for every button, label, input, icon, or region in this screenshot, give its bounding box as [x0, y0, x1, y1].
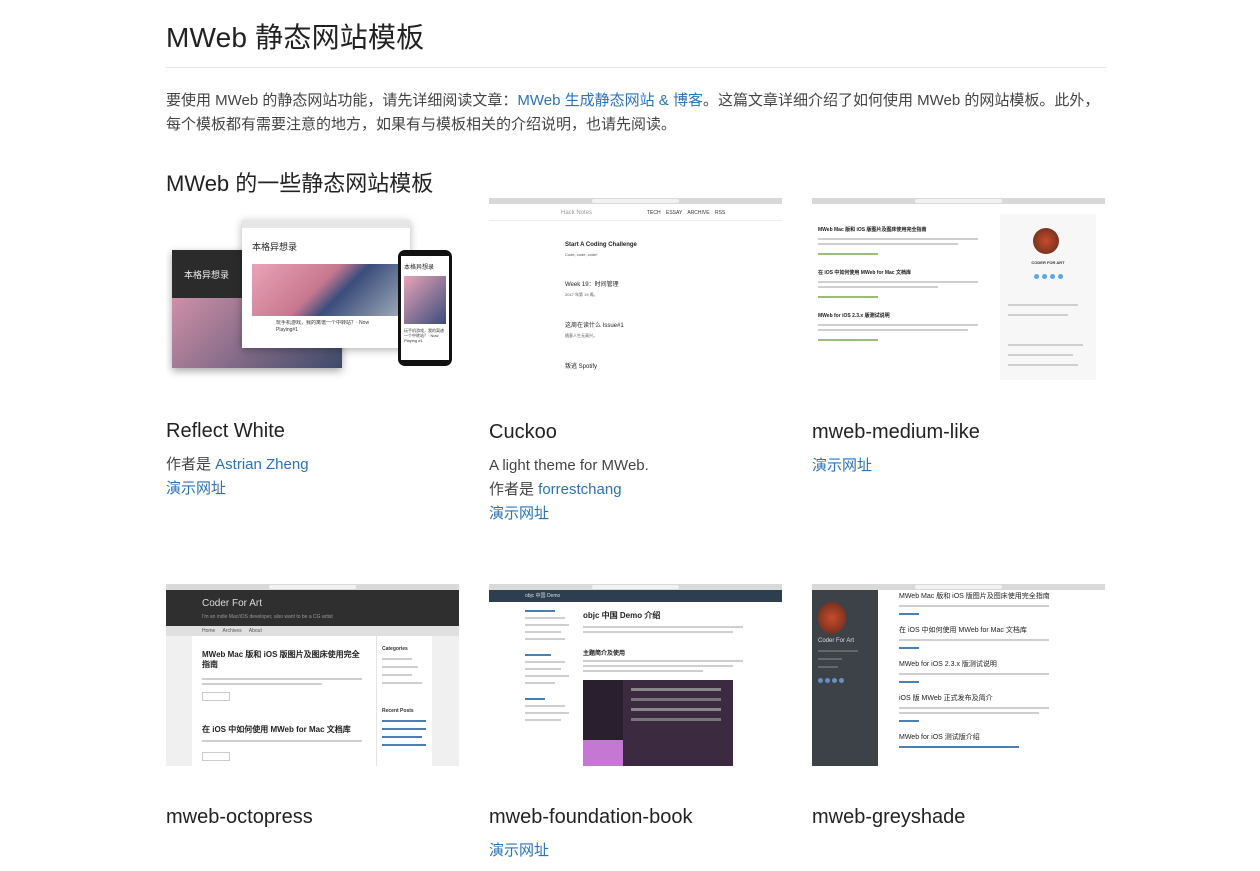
thumb-light-title: 本格异想录: [252, 242, 298, 252]
thumb-nav: Home Archives About: [166, 626, 459, 636]
thumb-nav: TECH ESSAY ARCHIVE RSS: [647, 210, 726, 216]
page-title: MWeb 静态网站模板: [166, 22, 425, 53]
template-author-line: 作者是 Astrian Zheng: [166, 456, 309, 473]
template-name: mweb-medium-like: [812, 421, 980, 443]
template-thumbnail[interactable]: MWeb Mac 版和 iOS 版图片及图床使用完全指南 在 iOS 中如何使用…: [812, 198, 1105, 380]
title-divider: [166, 67, 1106, 68]
template-demo-link[interactable]: 演示网址: [489, 842, 549, 859]
thumb-sidebar: CODER FOR ART: [1000, 214, 1096, 380]
thumb-main: MWeb Mac 版和 iOS 版图片及图床使用完全指南 在 iOS 中如何使用…: [192, 636, 432, 766]
thumb-phone-title: 本格异想录: [404, 265, 435, 271]
template-thumbnail[interactable]: Hack Notes TECH ESSAY ARCHIVE RSS Start …: [489, 198, 782, 380]
thumb-light-window: 本格异想录 玩手机游戏，我的离谱一个中转站？· Now Playing#1: [242, 220, 410, 348]
template-thumbnail[interactable]: objc 中国 Demo objc 中国 Demo 介绍 主题简介及使用: [489, 584, 782, 766]
thumb-topbar: objc 中国 Demo: [489, 590, 782, 602]
thumb-light-caption: 玩手机游戏，我的离谱一个中转站？· Now Playing#1: [276, 320, 370, 333]
thumb-post-list: MWeb Mac 版和 iOS 版图片及图床使用完全指南 在 iOS 中如何使用…: [899, 592, 1099, 748]
thumb-post-list: Start A Coding Challenge Code, code, cod…: [565, 242, 637, 370]
template-author-line: 作者是 forrestchang: [489, 481, 622, 498]
thumb-phone-caption: 玩手机游戏，我的离谱一个中转站？· Now Playing #1: [404, 328, 444, 343]
thumb-sidebar: [525, 610, 575, 721]
template-name: Reflect White: [166, 420, 285, 442]
thumb-title: objc 中国 Demo 介绍: [583, 611, 661, 620]
template-name: Cuckoo: [489, 421, 557, 443]
template-demo-link[interactable]: 演示网址: [812, 457, 872, 474]
thumb-light-image: [252, 264, 398, 316]
thumb-phone: 本格异想录 玩手机游戏，我的离谱一个中转站？· Now Playing #1: [398, 250, 452, 366]
thumb-header: Coder For Art I'm an indie Mac/iOS devel…: [166, 590, 459, 626]
template-thumbnail[interactable]: Coder For Art I'm an indie Mac/iOS devel…: [166, 584, 459, 766]
intro-paragraph: 要使用 MWeb 的静态网站功能，请先详细阅读文章：MWeb 生成静态网站 & …: [166, 89, 1106, 137]
intro-text-before: 要使用 MWeb 的静态网站功能，请先详细阅读文章：: [166, 92, 518, 109]
template-name: mweb-foundation-book: [489, 806, 693, 828]
template-meta: A light theme for MWeb. 作者是 forrestchang…: [489, 454, 649, 526]
template-demo-link[interactable]: 演示网址: [166, 480, 226, 497]
template-author-link[interactable]: Astrian Zheng: [215, 456, 308, 473]
template-name: mweb-octopress: [166, 806, 313, 828]
template-author-link[interactable]: forrestchang: [538, 481, 621, 498]
section-title: MWeb 的一些静态网站模板: [166, 171, 434, 196]
template-thumbnail[interactable]: Coder For Art MWeb Mac 版和 iOS 版图片及图床使用完全…: [812, 584, 1105, 766]
template-meta: 演示网址: [489, 839, 549, 863]
template-meta: 演示网址: [812, 454, 872, 478]
thumb-dark-title: 本格异想录: [184, 270, 230, 280]
template-thumbnail[interactable]: 本格异想录 本格异想录 玩手机游戏，我的离谱一个中转站？· Now Playin…: [166, 204, 459, 384]
thumb-subtitle: 主题简介及使用: [583, 651, 626, 657]
intro-article-link[interactable]: MWeb 生成静态网站 & 博客: [517, 92, 703, 109]
template-name: mweb-greyshade: [812, 806, 966, 828]
thumb-brand: Hack Notes: [561, 210, 593, 216]
template-description: A light theme for MWeb.: [489, 457, 649, 474]
thumb-sidebar: Coder For Art: [812, 590, 878, 766]
thumb-screenshot: [583, 680, 733, 766]
thumb-avatar: [1033, 228, 1059, 254]
template-demo-link[interactable]: 演示网址: [489, 505, 549, 522]
thumb-avatar: [818, 602, 846, 634]
template-meta: 作者是 Astrian Zheng 演示网址: [166, 453, 309, 501]
thumb-post-list: MWeb Mac 版和 iOS 版图片及图床使用完全指南 在 iOS 中如何使用…: [818, 210, 993, 341]
